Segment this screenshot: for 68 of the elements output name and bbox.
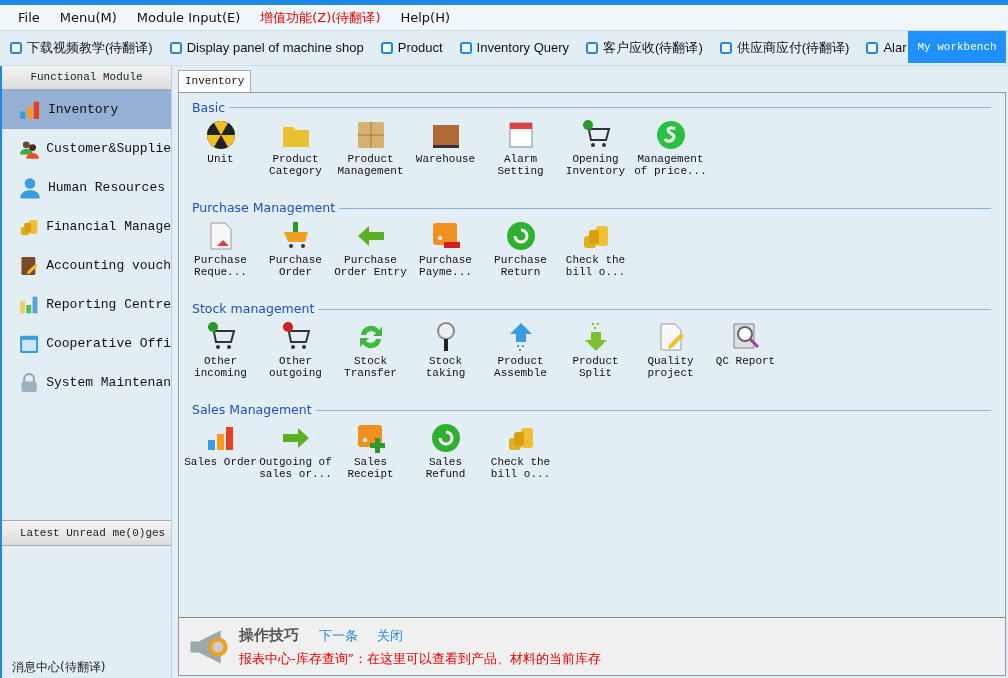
- module-shortcut[interactable]: Product Split: [558, 318, 633, 379]
- section-title: Basic: [192, 98, 226, 117]
- module-shortcut[interactable]: Unit: [183, 117, 258, 178]
- checkbox-icon: [380, 42, 393, 54]
- module-shortcut[interactable]: Other outgoing: [258, 318, 333, 379]
- sidebar-item[interactable]: Reporting Centre: [2, 285, 171, 324]
- message-center-label: 消息中心(待翻译): [11, 659, 107, 676]
- checkbox-icon: [719, 42, 732, 54]
- module-shortcut[interactable]: Purchase Order Entry: [333, 218, 408, 278]
- toolbar-item[interactable]: Alar: [866, 38, 907, 58]
- checkbox-icon: [459, 42, 472, 54]
- menu-item[interactable]: Help(H): [390, 7, 461, 28]
- sidebar-item[interactable]: Customer&Supplie: [2, 129, 171, 168]
- module-shortcut[interactable]: Purchase Order: [258, 218, 333, 278]
- module-shortcut[interactable]: Opening Inventory: [558, 117, 633, 178]
- module-shortcut[interactable]: Other incoming: [183, 318, 258, 379]
- sidebar-item[interactable]: Inventory: [2, 90, 171, 129]
- module-shortcut[interactable]: Sales Order: [183, 419, 258, 480]
- module-shortcut[interactable]: Alarm Setting: [483, 117, 558, 178]
- tips-title: 操作技巧: [239, 625, 299, 647]
- module-shortcut[interactable]: Sales Receipt: [333, 419, 408, 480]
- section-title: Stock management: [192, 300, 315, 318]
- module-shortcut[interactable]: Purchase Reque...: [183, 218, 258, 278]
- menu-item[interactable]: Module Input(E): [126, 7, 251, 28]
- sidebar-item[interactable]: System Maintenan: [2, 363, 171, 402]
- module-shortcut[interactable]: Stock taking: [408, 318, 483, 379]
- module-shortcut[interactable]: Management of price...: [633, 117, 708, 178]
- section-title: Sales Management: [192, 400, 312, 419]
- sidebar-item[interactable]: Cooperative Offi: [2, 324, 171, 363]
- section-title: Purchase Management: [192, 199, 336, 218]
- menu-item[interactable]: File: [8, 7, 50, 28]
- module-shortcut[interactable]: Quality project: [633, 318, 708, 379]
- toolbar-item[interactable]: Display panel of machine shop: [169, 38, 364, 58]
- module-shortcut[interactable]: Product Assemble: [483, 318, 558, 379]
- checkbox-icon: [586, 42, 599, 54]
- toolbar-item[interactable]: 下载视频教学(待翻译): [10, 38, 153, 58]
- sidebar-item[interactable]: Accounting vouch: [2, 246, 171, 285]
- person-icon: [18, 175, 42, 200]
- toolbar-item[interactable]: 供应商应付(待翻译): [719, 38, 850, 58]
- sidebar-item[interactable]: Financial Manage: [2, 207, 171, 246]
- return-circle-icon: [504, 220, 537, 252]
- checkbox-icon: [10, 42, 22, 54]
- radiation-icon: [204, 119, 237, 152]
- module-shortcut[interactable]: Stock Transfer: [333, 318, 408, 379]
- tip-message: 报表中心-库存查询”：在这里可以查看到产品、材料的当前库存: [239, 650, 601, 668]
- menu-item[interactable]: 增值功能(Z)(待翻译): [250, 7, 391, 28]
- menu-item[interactable]: Menu(M): [49, 7, 127, 28]
- module-shortcut[interactable]: Check the bill o...: [483, 419, 558, 480]
- module-shortcut[interactable]: Product Category: [258, 117, 333, 178]
- module-shortcut[interactable]: Purchase Return: [483, 218, 558, 278]
- tab[interactable]: Inventory: [178, 70, 252, 92]
- s-circle-icon: [654, 119, 687, 152]
- toolbar-item[interactable]: 客户应收(待翻译): [586, 38, 703, 58]
- messages-header: Latest Unread me(0)ges: [2, 520, 171, 546]
- module-shortcut[interactable]: Product Management: [333, 117, 408, 178]
- checkbox-icon: [866, 42, 879, 54]
- checkbox-icon: [169, 42, 182, 54]
- toolbar-item[interactable]: Inventory Query: [459, 38, 570, 58]
- return-circle-icon: [429, 421, 462, 454]
- module-shortcut[interactable]: Check the bill o...: [558, 218, 633, 278]
- sidebar-item[interactable]: Human Resources: [2, 168, 171, 207]
- module-shortcut[interactable]: Outgoing of sales or...: [258, 419, 333, 480]
- module-shortcut[interactable]: Sales Refund: [408, 419, 483, 480]
- module-shortcut[interactable]: QC Report: [708, 318, 783, 379]
- toolbar-item[interactable]: Product: [380, 38, 443, 58]
- module-shortcut[interactable]: Purchase Payme...: [408, 218, 483, 278]
- module-shortcut[interactable]: Warehouse: [408, 117, 483, 178]
- panel-header: Functional Module: [2, 66, 171, 90]
